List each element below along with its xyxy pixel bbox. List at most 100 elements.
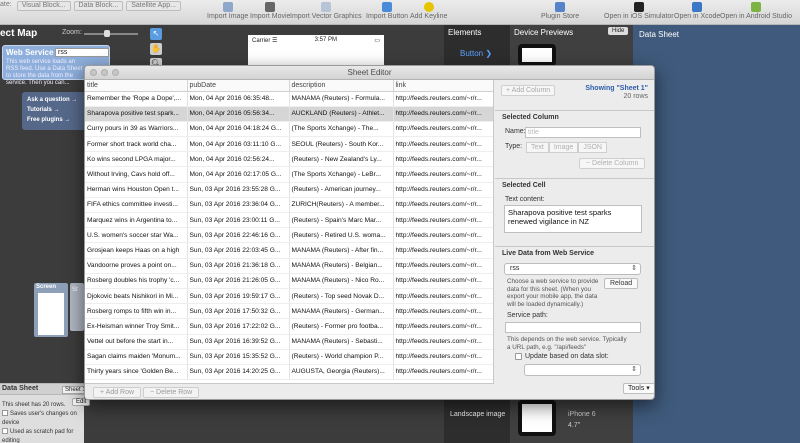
column-header-pubdate[interactable]: pubDate xyxy=(187,80,290,92)
cell-title[interactable]: Curry pours in 39 as Warriors... xyxy=(85,121,188,138)
toolbar-tab-data-block[interactable]: Data Block... xyxy=(73,1,124,11)
cell-description[interactable]: AUGUSTA, Georgia (Reuters)... xyxy=(289,364,394,381)
cell-description[interactable]: MANAMA (Reuters) - Sebasti... xyxy=(289,334,394,350)
table-row[interactable]: U.S. women's soccer star Wa... Sun, 03 Ap… xyxy=(85,227,493,244)
hand-tool-icon[interactable]: ✋ xyxy=(150,43,162,55)
saves-changes-option[interactable]: Saves user's changes on device xyxy=(0,410,84,428)
cell-link[interactable]: http://feeds.reuters.com/~r/r... xyxy=(393,166,493,183)
cell-link[interactable]: http://feeds.reuters.com/~r/r... xyxy=(393,258,493,274)
table-row[interactable]: Vettel out before the start in... Sun, 03… xyxy=(85,334,493,350)
cell-description[interactable]: MANAMA (Reuters) - After fin... xyxy=(289,242,394,259)
cell-description[interactable]: MANAMA (Reuters) - Nico Ro... xyxy=(289,273,394,289)
table-row[interactable]: Vandoorne proves a point on... Sun, 03 Ap… xyxy=(85,258,493,274)
cell-title[interactable]: Without Irving, Cavs hold off... xyxy=(85,166,188,183)
cell-title[interactable]: Thirty years since 'Golden Be... xyxy=(85,364,188,381)
button-element[interactable]: Button ❯ xyxy=(460,49,492,58)
tools-menu-button[interactable]: Tools ▾ xyxy=(623,383,654,394)
table-row[interactable]: Herman wins Houston Open t... Sun, 03 Apr… xyxy=(85,182,493,198)
add-row-button[interactable]: + Add Row xyxy=(93,387,142,398)
cell-description[interactable]: (Reuters) - New Zealand's Ly... xyxy=(289,151,394,168)
table-row[interactable]: Ko wins second LPGA major... Mon, 04 Apr … xyxy=(85,151,493,168)
cell-pubdate[interactable]: Sun, 03 Apr 2016 23:36:04 G... xyxy=(187,197,290,214)
table-row[interactable]: Thirty years since 'Golden Be... Sun, 03 … xyxy=(85,364,493,381)
cell-pubdate[interactable]: Sun, 03 Apr 2016 22:03:45 G... xyxy=(187,242,290,259)
cell-description[interactable]: (The Sports Xchange) - LeBr... xyxy=(289,166,394,183)
cell-title[interactable]: Vandoorne proves a point on... xyxy=(85,258,188,274)
open-android-studio-button[interactable]: Open in Android Studio xyxy=(720,2,792,20)
cell-pubdate[interactable]: Sun, 03 Apr 2016 16:39:52 G... xyxy=(187,334,290,350)
cell-pubdate[interactable]: Sun, 03 Apr 2016 21:26:05 G... xyxy=(187,273,290,289)
cell-description[interactable]: (Reuters) - Former pro footba... xyxy=(289,318,394,335)
import-vector-graphics-button[interactable]: Import Vector Graphics xyxy=(290,2,362,20)
column-header-description[interactable]: description xyxy=(289,80,394,92)
cell-link[interactable]: http://feeds.reuters.com/~r/r... xyxy=(393,288,493,305)
cell-link[interactable]: http://feeds.reuters.com/~r/r... xyxy=(393,151,493,168)
scratch-pad-option[interactable]: Used as scratch pad for editing xyxy=(0,428,84,443)
cell-link[interactable]: http://feeds.reuters.com/~r/r... xyxy=(393,91,493,107)
cell-link[interactable]: http://feeds.reuters.com/~r/r... xyxy=(393,273,493,289)
type-json-option[interactable]: JSON xyxy=(578,142,607,153)
cell-title[interactable]: FIFA ethics committee investi... xyxy=(85,197,188,214)
cell-pubdate[interactable]: Sun, 03 Apr 2016 23:00:11 G... xyxy=(187,212,290,229)
add-keyline-button[interactable]: Add Keyline xyxy=(410,2,447,20)
cell-link[interactable]: http://feeds.reuters.com/~r/r... xyxy=(393,349,493,365)
cell-description[interactable]: SEOUL (Reuters) - South Kor... xyxy=(289,136,394,153)
table-row[interactable]: Djokovic beats Nishikori in Mi... Sun, 03… xyxy=(85,288,493,305)
table-row[interactable]: Marquez wins in Argentina to... Sun, 03 A… xyxy=(85,212,493,229)
toolbar-tab-visual-block[interactable]: Visual Block... xyxy=(16,1,71,11)
cell-pubdate[interactable]: Sun, 03 Apr 2016 14:20:25 G... xyxy=(187,364,290,381)
column-name-field[interactable]: title xyxy=(525,127,641,138)
column-header-title[interactable]: title xyxy=(85,80,188,92)
delete-row-button[interactable]: − Delete Row xyxy=(143,387,200,398)
cell-link[interactable]: http://feeds.reuters.com/~r/r... xyxy=(393,242,493,259)
add-column-button[interactable]: + Add Column xyxy=(501,85,556,96)
cell-title[interactable]: Marquez wins in Argentina to... xyxy=(85,212,188,229)
zoom-slider-knob[interactable] xyxy=(104,30,110,37)
st-node[interactable]: St xyxy=(70,283,84,331)
cell-description[interactable]: (Reuters) - Retired U.S. woma... xyxy=(289,227,394,244)
table-row[interactable]: Rosberg doubles his trophy 'c... Sun, 03 … xyxy=(85,273,493,289)
cell-title[interactable]: Vettel out before the start in... xyxy=(85,334,188,350)
toolbar-tab-satellite-app[interactable]: Satellite App... xyxy=(126,1,181,11)
open-ios-simulator-button[interactable]: Open in iOS Simulator xyxy=(604,2,674,20)
cell-link[interactable]: http://feeds.reuters.com/~r/r... xyxy=(393,318,493,335)
cell-title[interactable]: Djokovic beats Nishikori in Mi... xyxy=(85,288,188,305)
column-header-link[interactable]: link xyxy=(393,80,493,92)
cell-pubdate[interactable]: Mon, 04 Apr 2016 02:56:24... xyxy=(187,151,290,168)
cell-link[interactable]: http://feeds.reuters.com/~r/r... xyxy=(393,197,493,214)
cell-title[interactable]: Sharapova positive test spark... xyxy=(85,106,188,122)
cell-description[interactable]: (Reuters) - World champion P... xyxy=(289,349,394,365)
ask-question-link[interactable]: Ask a question → xyxy=(27,95,81,105)
device-preview-thumbnail[interactable] xyxy=(518,400,556,436)
table-row[interactable]: Curry pours in 39 as Warriors... Mon, 04 … xyxy=(85,121,493,138)
update-data-slot-checkbox[interactable] xyxy=(515,353,522,360)
cell-pubdate[interactable]: Sun, 03 Apr 2016 15:35:52 G... xyxy=(187,349,290,365)
table-row[interactable]: Ex-Heisman winner Troy Smit... Sun, 03 Ap… xyxy=(85,318,493,335)
web-service-select[interactable]: rss ⇕ xyxy=(504,263,641,275)
cell-description[interactable]: (Reuters) - Spain's Marc Mar... xyxy=(289,212,394,229)
cell-pubdate[interactable]: Sun, 03 Apr 2016 17:50:32 G... xyxy=(187,303,290,320)
cell-pubdate[interactable]: Mon, 04 Apr 2016 05:56:34... xyxy=(187,106,290,122)
cell-pubdate[interactable]: Sun, 03 Apr 2016 19:59:17 G... xyxy=(187,288,290,305)
type-image-option[interactable]: Image xyxy=(548,142,579,153)
cell-link[interactable]: http://feeds.reuters.com/~r/r... xyxy=(393,212,493,229)
cell-title[interactable]: Former short track world cha... xyxy=(85,136,188,153)
cell-description[interactable]: (Reuters) - American journey... xyxy=(289,182,394,198)
cell-title[interactable]: Ko wins second LPGA major... xyxy=(85,151,188,168)
cell-link[interactable]: http://feeds.reuters.com/~r/r... xyxy=(393,106,493,122)
cell-title[interactable]: Ex-Heisman winner Troy Smit... xyxy=(85,318,188,335)
cell-description[interactable]: AUCKLAND (Reuters) - Athlet... xyxy=(289,106,394,122)
hide-previews-button[interactable]: Hide xyxy=(608,27,629,35)
cell-title[interactable]: Sagan claims maiden 'Monum... xyxy=(85,349,188,365)
cell-pubdate[interactable]: Sun, 03 Apr 2016 21:36:18 G... xyxy=(187,258,290,274)
table-row[interactable]: FIFA ethics committee investi... Sun, 03 … xyxy=(85,197,493,214)
free-plugins-link[interactable]: Free plugins → xyxy=(27,115,81,125)
cell-pubdate[interactable]: Mon, 04 Apr 2016 02:17:05 G... xyxy=(187,166,290,183)
saves-changes-checkbox[interactable] xyxy=(2,410,8,416)
import-button-button[interactable]: Import Button xyxy=(366,2,408,20)
cell-description[interactable]: MANAMA (Reuters) - Belgian... xyxy=(289,258,394,274)
cell-title[interactable]: Herman wins Houston Open t... xyxy=(85,182,188,198)
table-row[interactable]: Sagan claims maiden 'Monum... Sun, 03 Apr… xyxy=(85,349,493,365)
table-row[interactable]: Sharapova positive test spark... Mon, 04 … xyxy=(85,106,493,122)
cell-link[interactable]: http://feeds.reuters.com/~r/r... xyxy=(393,182,493,198)
